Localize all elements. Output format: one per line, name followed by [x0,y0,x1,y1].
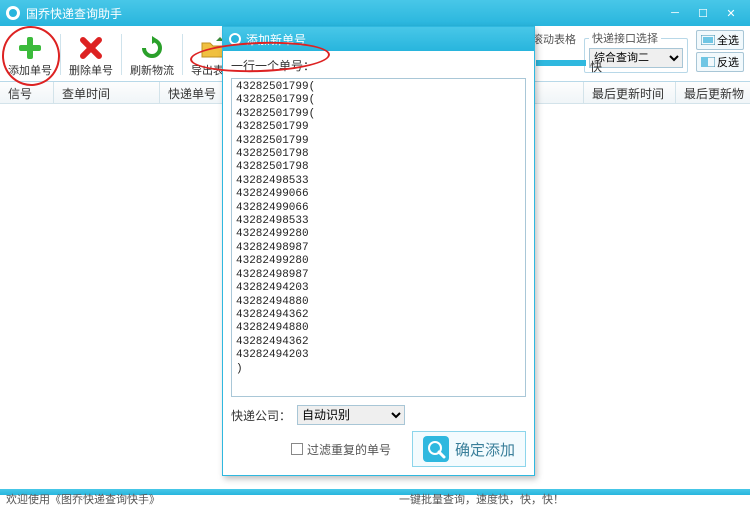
invert-icon [701,57,715,67]
footer-welcome: 欢迎使用《图乔快递查询快手》 [6,491,399,505]
confirm-add-label: 确定添加 [455,439,515,460]
app-title: 国乔快递查询助手 [26,5,662,22]
refresh-label: 刷新物流 [130,62,174,78]
add-order-button[interactable]: 添加单号 [4,28,56,81]
speed-bar [536,60,586,66]
search-express-icon [423,436,449,462]
refresh-icon [138,34,166,62]
dialog-title: 添加新单号 [246,31,306,48]
select-all-button[interactable]: 全选 [696,30,744,50]
speed-label: 快 [590,58,602,75]
x-icon [77,34,105,62]
plus-icon [16,34,44,62]
select-all-icon [701,35,715,45]
window-controls: ─ ☐ ✕ [662,4,744,22]
col-tracking-no[interactable]: 快递单号 [160,82,228,103]
footer: 欢迎使用《图乔快递查询快手》 一键批量查询，速度快，快，快！ [0,491,750,505]
interface-group-title: 快递接口选择 [589,30,661,46]
refresh-button[interactable]: 刷新物流 [126,28,178,81]
add-order-dialog: 添加新单号 一行一个单号： 快递公司： 自动识别 过滤重复的单号 确定添加 [222,26,535,476]
invert-select-button[interactable]: 反选 [696,52,744,72]
app-icon [6,6,20,20]
tracking-numbers-input[interactable] [231,78,526,397]
maximize-button[interactable]: ☐ [690,4,716,22]
footer-slogan: 一键批量查询，速度快，快，快！ [399,491,564,505]
titlebar: 国乔快递查询助手 ─ ☐ ✕ [0,0,750,26]
delete-order-button[interactable]: 删除单号 [65,28,117,81]
select-all-label: 全选 [717,32,739,48]
filter-duplicate-checkbox[interactable]: 过滤重复的单号 [291,441,391,458]
one-per-line-label: 一行一个单号： [231,57,526,74]
col-signal[interactable]: 信号 [0,82,54,103]
filter-duplicate-label: 过滤重复的单号 [307,441,391,458]
minimize-button[interactable]: ─ [662,4,688,22]
interface-select[interactable]: 综合查询二 [589,48,683,68]
dialog-titlebar[interactable]: 添加新单号 [223,27,534,51]
company-label: 快递公司： [231,407,291,424]
confirm-add-button[interactable]: 确定添加 [412,431,526,467]
col-last-update-time[interactable]: 最后更新时间 [584,82,676,103]
invert-select-label: 反选 [717,54,739,70]
dialog-icon [229,33,241,45]
checkbox-icon [291,443,303,455]
col-last-update[interactable]: 最后更新物 [676,82,750,103]
add-order-label: 添加单号 [8,62,52,78]
company-select[interactable]: 自动识别 [297,405,405,425]
col-query-time[interactable]: 查单时间 [54,82,160,103]
delete-order-label: 删除单号 [69,62,113,78]
close-button[interactable]: ✕ [718,4,744,22]
